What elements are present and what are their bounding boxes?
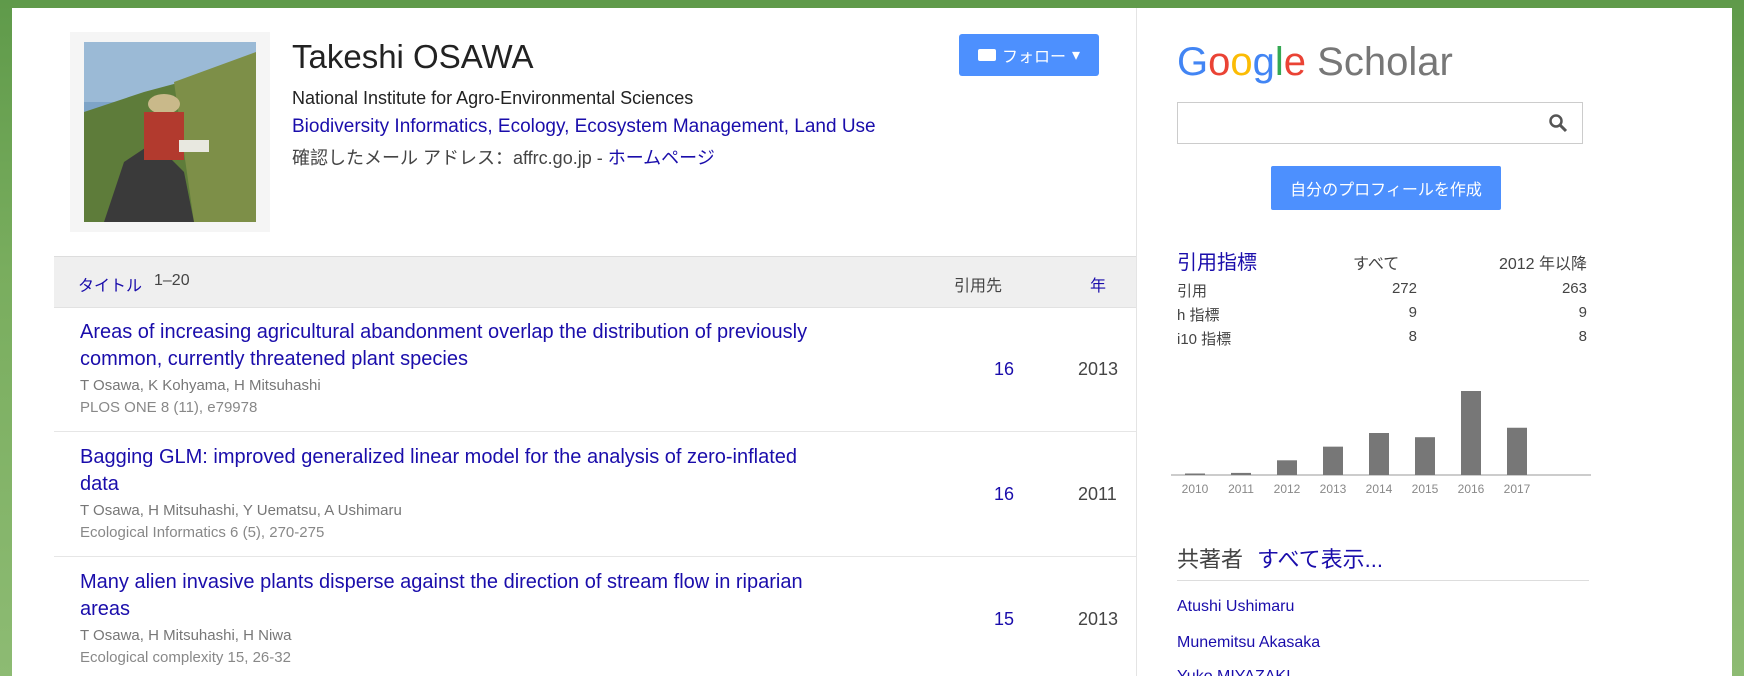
chevron-down-icon: ▾ [1071,47,1081,64]
chart-bar-2015[interactable] [1415,437,1435,475]
coauthor-link[interactable]: Munemitsu Akasaka [1177,634,1320,652]
metric-all: 9 [1408,304,1417,321]
email-text: 確認したメール アドレス：affrc.go.jp - [292,148,608,168]
coauthor-link[interactable]: Yuko MIYAZAKI [1177,668,1291,676]
article-year: 2013 [1078,359,1119,379]
search-box [1177,102,1583,144]
scholar-profile-page: Takeshi OSAWA National Institute for Agr… [12,8,1732,676]
article-year: 2013 [1078,609,1119,629]
follow-label: フォロー [1001,49,1066,66]
profile-name: Takeshi OSAWA [292,38,534,75]
article-venue: PLOS ONE 8 (11), e79978 [80,399,258,416]
article-title-link[interactable]: Areas of increasing agricultural abandon… [80,319,840,373]
chart-tick-label: 2011 [1228,482,1254,496]
citations-per-year-chart: 2010 2011 2012 2013 2014 2015 2016 2017 [1171,391,1591,496]
divider [1177,580,1589,581]
metrics-col-all: すべて [1353,256,1400,273]
metrics-row: 引用 272 263 [1177,276,1587,300]
article-row: Areas of increasing agricultural abandon… [54,307,1136,432]
metric-since: 8 [1578,328,1587,345]
chart-tick-label: 2014 [1366,482,1393,496]
articles-table-header: タイトル 1–20 引用先 年 [54,256,1136,308]
chart-tick-label: 2016 [1458,482,1485,496]
chart-bar-2012[interactable] [1277,460,1297,475]
article-title-link[interactable]: Many alien invasive plants disperse agai… [80,569,840,623]
article-authors: T Osawa, H Mitsuhashi, Y Uematsu, A Ushi… [80,502,402,519]
chart-bar-2010[interactable] [1185,473,1205,476]
chart-tick-label: 2017 [1504,482,1531,496]
chart-bar-2014[interactable] [1369,433,1389,475]
metric-since: 9 [1578,304,1587,321]
chart-tick-label: 2012 [1274,482,1301,496]
article-title-link[interactable]: Bagging GLM: improved generalized linear… [80,444,840,498]
metric-label: 引用 [1177,283,1208,300]
metrics-row: i10 指標 8 8 [1177,324,1587,348]
chart-bar-2011[interactable] [1231,472,1251,475]
chart-bar-2017[interactable] [1507,427,1527,475]
article-row: Bagging GLM: improved generalized linear… [54,432,1136,557]
profile-main: Takeshi OSAWA National Institute for Agr… [12,8,1136,676]
article-cited-count[interactable]: 16 [994,359,1014,380]
sort-by-cited-link[interactable]: 引用先 [954,272,1002,296]
citation-metrics: 引用指標 すべて 2012 年以降 引用 272 263 h 指標 9 9 i1… [1177,246,1587,348]
profile-photo [70,32,270,232]
coauthors-header: 共著者 すべて表示... [1177,542,1383,574]
profile-photo-image [84,42,256,222]
profile-interests: Biodiversity Informatics, Ecology, Ecosy… [292,116,876,138]
show-all-coauthors-link[interactable]: すべて表示... [1257,547,1383,572]
metric-all: 8 [1408,328,1417,345]
article-authors: T Osawa, K Kohyama, H Mitsuhashi [80,377,321,394]
article-venue: Ecological Informatics 6 (5), 270-275 [80,524,325,541]
sort-by-year-link[interactable]: 年 [1090,272,1106,296]
sidebar: Google Scholar 自分のプロフィールを作成 引用指標 すべて 201… [1136,8,1732,676]
homepage-link[interactable]: ホームページ [608,148,715,168]
chart-tick-label: 2013 [1320,482,1347,496]
search-icon [1549,114,1568,133]
article-cited-count[interactable]: 16 [994,484,1014,505]
article-year: 2011 [1078,484,1117,504]
google-scholar-logo[interactable]: Google Scholar [1177,40,1453,85]
article-venue: Ecological complexity 15, 26-32 [80,649,291,666]
chart-bar-2016[interactable] [1461,391,1481,475]
search-button[interactable] [1534,103,1582,143]
metrics-row: h 指標 9 9 [1177,300,1587,324]
interests-link[interactable]: Biodiversity Informatics, Ecology, Ecosy… [292,116,876,137]
follow-button[interactable]: フォロー ▾ [959,34,1099,76]
chart-tick-label: 2010 [1182,482,1209,496]
article-row: Many alien invasive plants disperse agai… [54,557,1136,676]
result-range: 1–20 [154,272,190,289]
profile-affiliation: National Institute for Agro-Environmenta… [292,88,694,108]
article-cited-count[interactable]: 15 [994,609,1014,630]
article-authors: T Osawa, H Mitsuhashi, H Niwa [80,627,292,644]
metric-label: i10 指標 [1177,331,1232,348]
coauthor-link[interactable]: Atushi Ushimaru [1177,598,1294,616]
search-input[interactable] [1178,103,1522,143]
metric-since: 263 [1561,280,1587,297]
sort-by-title-link[interactable]: タイトル [78,272,142,296]
profile-email: 確認したメール アドレス：affrc.go.jp - ホームページ [292,144,715,170]
chart-tick-label: 2015 [1412,482,1439,496]
metrics-title-link[interactable]: 引用指標 [1177,246,1257,275]
metrics-col-since: 2012 年以降 [1498,256,1587,273]
metric-all: 272 [1391,280,1417,297]
metric-label: h 指標 [1177,307,1220,324]
coauthors-title: 共著者 [1177,547,1244,572]
mail-icon [977,49,996,61]
create-profile-button[interactable]: 自分のプロフィールを作成 [1271,166,1501,210]
chart-bar-2013[interactable] [1323,446,1343,475]
